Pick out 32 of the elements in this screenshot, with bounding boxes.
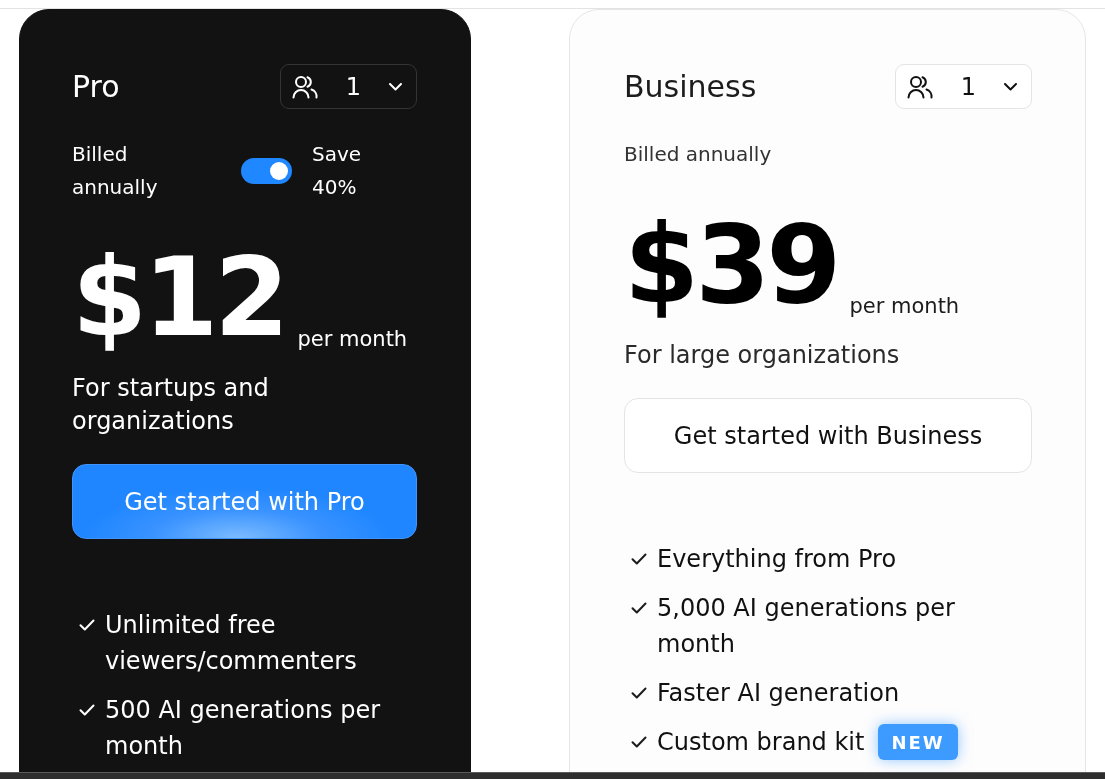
price: $39 (624, 211, 838, 319)
feature-text: Custom brand kit (657, 727, 865, 758)
users-icon (292, 74, 318, 99)
feature-text: Unlimited free viewers/commenters (105, 610, 358, 677)
price-period: per month (297, 327, 408, 352)
plan-name: Pro (72, 67, 120, 106)
seat-selector[interactable]: 1 (895, 64, 1032, 109)
plan-description: For large organizations (624, 340, 901, 371)
chevron-down-icon (1004, 82, 1017, 91)
feature-text: 5,000 AI generations per month (657, 593, 956, 660)
check-icon (79, 619, 95, 631)
plan-name: Business (624, 67, 757, 106)
plan-description: For startups and organizations (72, 373, 270, 437)
chevron-down-icon (389, 82, 402, 91)
check-icon (631, 687, 647, 699)
billing-label: Billed annually (72, 141, 159, 201)
feature-text: Faster AI generation (657, 678, 900, 709)
get-started-button[interactable]: Get started with Business (624, 398, 1032, 473)
price: $12 (72, 244, 286, 352)
check-icon (631, 602, 647, 614)
savings-label: Save 40% (312, 141, 363, 201)
price-period: per month (849, 294, 960, 319)
feature-text: 500 AI generations per month (105, 695, 382, 762)
feature-text: Everything from Pro (657, 544, 897, 575)
check-icon (79, 704, 95, 716)
billing-label: Billed annually (624, 141, 772, 168)
seat-selector[interactable]: 1 (280, 64, 417, 109)
users-icon (907, 74, 933, 99)
check-icon (631, 553, 647, 565)
new-badge: NEW (878, 724, 958, 760)
billing-toggle[interactable] (241, 158, 292, 184)
check-icon (631, 736, 647, 748)
